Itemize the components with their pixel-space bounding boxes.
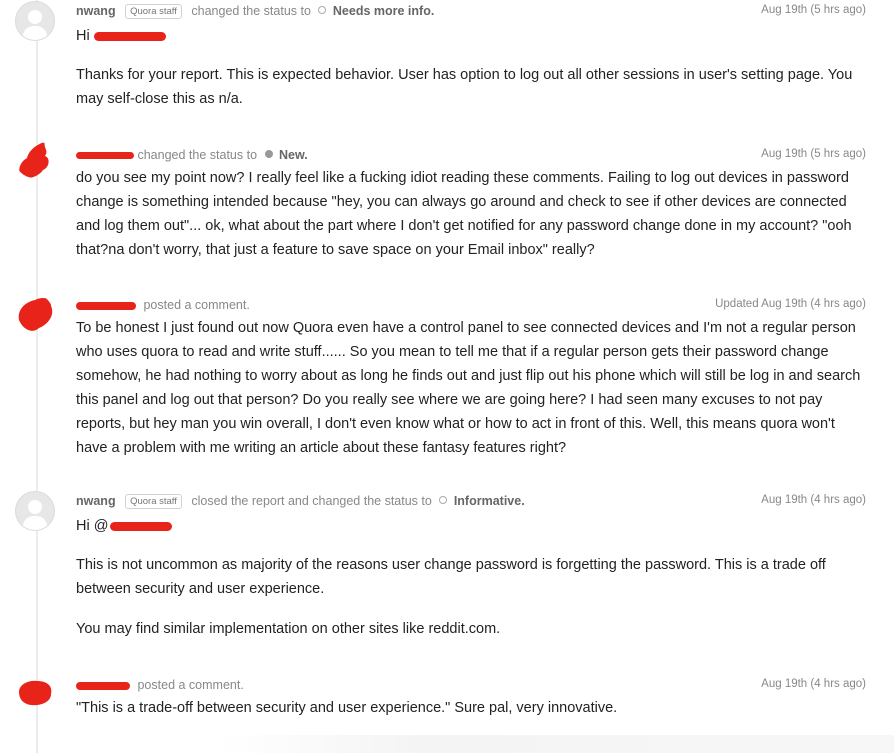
redacted-avatar-icon [18, 298, 53, 331]
entry-header: nwang Quora staff closed the report and … [76, 494, 866, 512]
staff-badge: Quora staff [125, 494, 182, 509]
entry-body: Hi Thanks for your report. This is expec… [76, 24, 868, 111]
redacted-username [76, 681, 130, 690]
redacted-username [76, 301, 136, 310]
status-dot-icon [439, 496, 448, 504]
redacted-avatar-icon [19, 142, 49, 178]
entry-header: nwang Quora staff changed the status to … [76, 4, 866, 22]
redaction-mark [93, 31, 166, 41]
bottom-fade [220, 735, 894, 753]
default-avatar-icon [22, 10, 48, 40]
default-avatar-icon [22, 500, 48, 530]
entry-header: changed the status to New. Aug 19th (5 h… [76, 148, 866, 166]
timeline-line [36, 0, 38, 753]
comment-paragraph: This is not uncommon as majority of the … [76, 557, 826, 597]
timestamp[interactable]: Aug 19th (4 hrs ago) [761, 494, 866, 506]
comment-paragraph: You may find similar implementation on o… [76, 621, 501, 637]
staff-badge: Quora staff [125, 4, 182, 19]
status-dot-icon [264, 150, 273, 158]
action-text: changed the status to [137, 148, 258, 162]
comment-paragraph: do you see my point now? I really feel l… [76, 170, 852, 258]
entry-body: To be honest I just found out now Quora … [76, 316, 868, 460]
timestamp[interactable]: Aug 19th (5 hrs ago) [761, 4, 866, 16]
status-label: Needs more info. [332, 4, 435, 18]
avatar[interactable] [15, 676, 53, 714]
comment-paragraph: Thanks for your report. This is expected… [76, 67, 853, 107]
avatar[interactable] [15, 491, 55, 531]
status-dot-icon [318, 6, 327, 14]
entry-header: posted a comment. Aug 19th (4 hrs ago) [76, 678, 866, 696]
action-text: changed the status to [191, 4, 311, 18]
status-label: New. [278, 148, 308, 162]
timestamp[interactable]: Aug 19th (4 hrs ago) [761, 678, 866, 690]
redacted-username [76, 152, 134, 160]
entry-body: Hi @ This is not uncommon as majority of… [76, 514, 868, 641]
avatar[interactable] [15, 140, 53, 178]
action-text: posted a comment. [143, 298, 250, 312]
entry-body: do you see my point now? I really feel l… [76, 166, 868, 262]
entry-body: "This is a trade-off between security an… [76, 696, 868, 720]
timestamp[interactable]: Updated Aug 19th (4 hrs ago) [715, 298, 866, 310]
greeting: Hi @ [76, 514, 868, 538]
comment-paragraph: "This is a trade-off between security an… [76, 700, 618, 716]
comment-paragraph: To be honest I just found out now Quora … [76, 320, 861, 456]
redaction-mark [110, 521, 173, 531]
username[interactable]: nwang [76, 494, 116, 508]
timestamp[interactable]: Aug 19th (5 hrs ago) [761, 148, 866, 160]
status-label: Informative. [453, 494, 525, 508]
action-text: posted a comment. [137, 678, 244, 692]
avatar[interactable] [15, 1, 55, 41]
username[interactable]: nwang [76, 4, 116, 18]
entry-header: posted a comment. Updated Aug 19th (4 hr… [76, 298, 866, 316]
action-text: closed the report and changed the status… [191, 494, 432, 508]
greeting: Hi [76, 24, 868, 48]
avatar[interactable] [15, 294, 53, 332]
redacted-avatar-icon [19, 680, 52, 706]
